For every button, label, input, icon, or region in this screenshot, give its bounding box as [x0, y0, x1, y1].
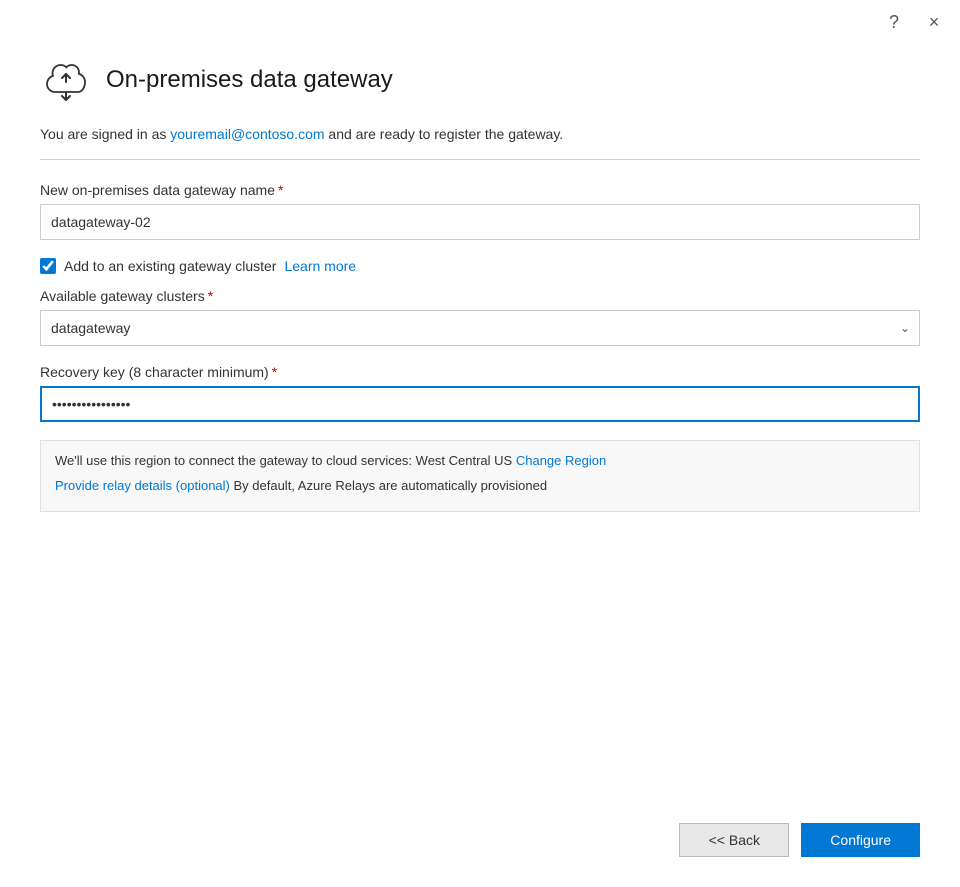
- recovery-key-input[interactable]: [40, 386, 920, 422]
- clusters-label: Available gateway clusters*: [40, 288, 920, 304]
- subtitle-email: youremail@contoso.com: [170, 126, 324, 142]
- relay-info-line: Provide relay details (optional) By defa…: [55, 476, 905, 497]
- cluster-checkbox-label[interactable]: Add to an existing gateway cluster: [64, 258, 276, 274]
- checkbox-row: Add to an existing gateway cluster Learn…: [40, 258, 920, 274]
- recovery-key-section: Recovery key (8 character minimum)*: [40, 364, 920, 422]
- change-region-link[interactable]: Change Region: [516, 453, 606, 468]
- required-indicator: *: [278, 182, 283, 198]
- region-prefix-text: We'll use this region to connect the gat…: [55, 453, 516, 468]
- dialog-content: On-premises data gateway You are signed …: [0, 44, 960, 803]
- clusters-select-wrapper: datagateway ⌄: [40, 310, 920, 346]
- gateway-name-label: New on-premises data gateway name*: [40, 182, 920, 198]
- learn-more-link[interactable]: Learn more: [284, 258, 356, 274]
- back-button[interactable]: << Back: [679, 823, 789, 857]
- section-divider: [40, 159, 920, 160]
- clusters-required-indicator: *: [208, 288, 213, 304]
- subtitle-text: You are signed in as youremail@contoso.c…: [40, 124, 920, 145]
- subtitle-prefix: You are signed in as: [40, 126, 170, 142]
- dialog-header: On-premises data gateway: [40, 54, 920, 106]
- info-box: We'll use this region to connect the gat…: [40, 440, 920, 512]
- cloud-gateway-icon: [40, 54, 92, 106]
- dialog-container: ? × On-premises data gateway: [0, 0, 960, 887]
- titlebar: ? ×: [0, 0, 960, 44]
- clusters-section: Available gateway clusters* datagateway …: [40, 288, 920, 346]
- region-info-line: We'll use this region to connect the gat…: [55, 451, 905, 472]
- recovery-key-required: *: [272, 364, 277, 380]
- page-title: On-premises data gateway: [106, 66, 393, 94]
- configure-button[interactable]: Configure: [801, 823, 920, 857]
- help-button[interactable]: ?: [880, 8, 908, 36]
- cluster-checkbox[interactable]: [40, 258, 56, 274]
- clusters-select[interactable]: datagateway: [40, 310, 920, 346]
- close-button[interactable]: ×: [920, 8, 948, 36]
- gateway-name-section: New on-premises data gateway name*: [40, 182, 920, 240]
- dialog-footer: << Back Configure: [0, 803, 960, 887]
- gateway-name-input[interactable]: [40, 204, 920, 240]
- relay-details-suffix: By default, Azure Relays are automatical…: [230, 478, 547, 493]
- recovery-key-label: Recovery key (8 character minimum)*: [40, 364, 920, 380]
- subtitle-suffix: and are ready to register the gateway.: [325, 126, 564, 142]
- relay-details-link[interactable]: Provide relay details (optional): [55, 478, 230, 493]
